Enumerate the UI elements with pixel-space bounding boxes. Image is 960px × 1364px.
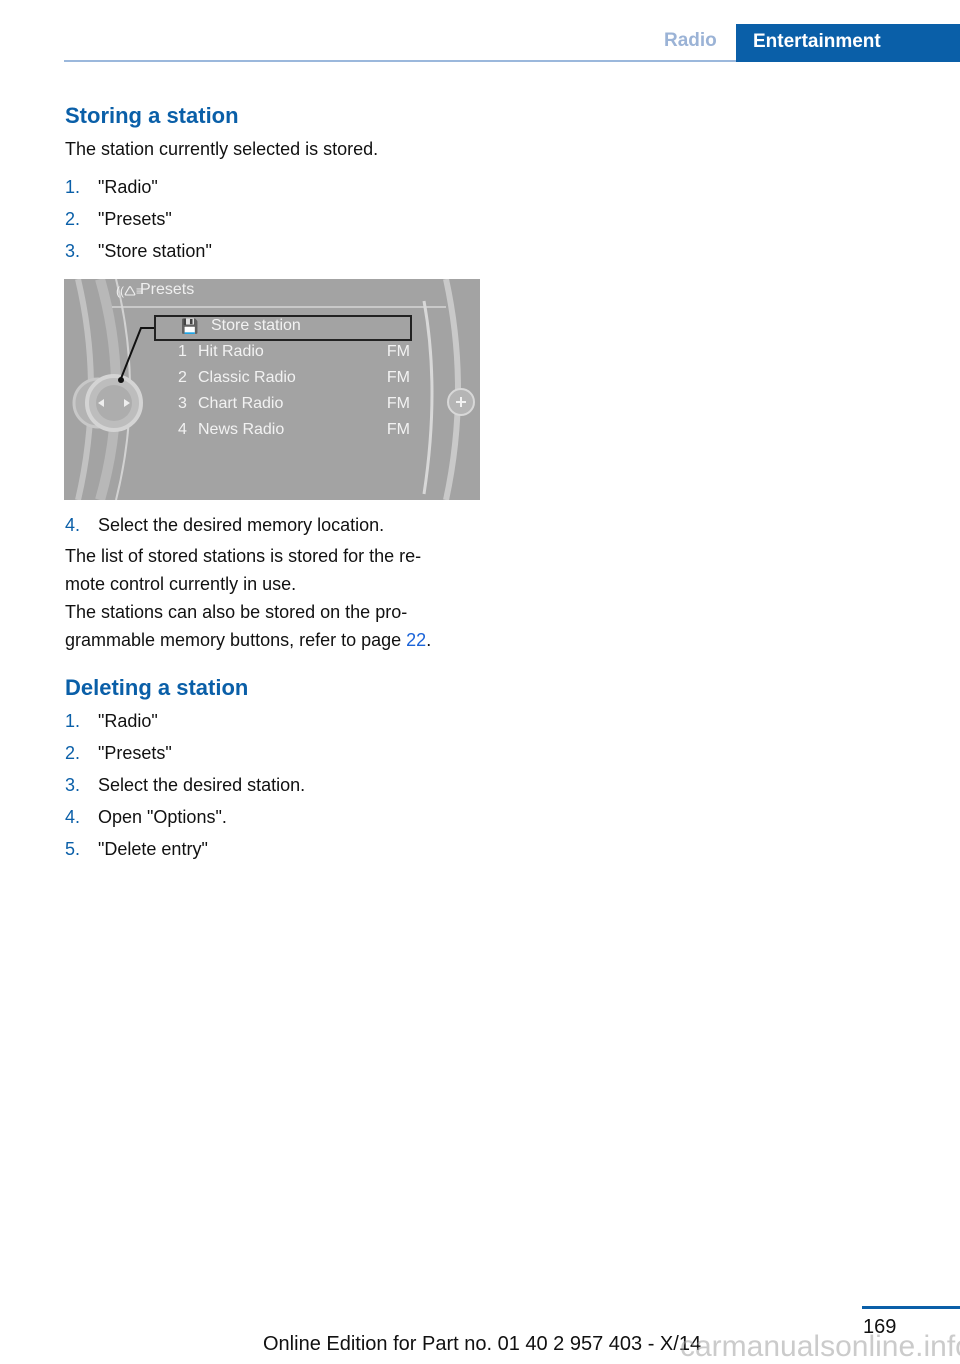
preset-band: FM <box>386 395 410 412</box>
deleting-step-2: 2. "Presets" <box>65 739 172 767</box>
edition-footer: Online Edition for Part no. 01 40 2 957 … <box>263 1333 702 1355</box>
heading-storing-station: Storing a station <box>65 103 239 128</box>
step-text: Select the desired memory location. <box>98 515 385 535</box>
step-number: 3. <box>65 775 81 795</box>
preset-row[interactable]: 1 Hit Radio FM <box>178 343 410 361</box>
preset-band: FM <box>386 369 410 386</box>
step-text: "Radio" <box>98 711 158 731</box>
header-rule <box>64 60 736 62</box>
preset-band: FM <box>386 343 410 360</box>
store-icon: 💾 <box>181 318 199 334</box>
preset-band: FM <box>386 421 410 438</box>
step-text: "Radio" <box>98 177 158 197</box>
preset-name: News Radio <box>198 421 285 438</box>
step-text: Select the desired station. <box>98 775 306 795</box>
preset-number: 2 <box>178 369 187 386</box>
preset-row[interactable]: 3 Chart Radio FM <box>178 395 410 413</box>
step-number: 1. <box>65 711 81 731</box>
storing-step-1: 1. "Radio" <box>65 173 158 201</box>
page-link[interactable]: 22 <box>406 630 426 650</box>
deleting-step-3: 3. Select the desired station. <box>65 771 305 799</box>
note-line: mote control currently in use. <box>65 574 297 594</box>
store-station-menu-item[interactable]: Store station <box>211 317 301 335</box>
preset-name: Hit Radio <box>198 343 264 360</box>
step-number: 5. <box>65 839 81 859</box>
preset-name: Classic Radio <box>198 369 296 386</box>
step-number: 1. <box>65 177 81 197</box>
storing-note-memory-buttons: The stations can also be stored on the p… <box>65 598 485 654</box>
preset-number: 1 <box>178 343 187 360</box>
screen-title: Presets <box>140 281 195 298</box>
deleting-step-5: 5. "Delete entry" <box>65 835 208 863</box>
note-end: . <box>426 630 432 650</box>
storing-step-4: 4. Select the desired memory location. <box>65 511 384 539</box>
step-text: "Presets" <box>98 743 172 763</box>
storing-intro: The station currently selected is stored… <box>65 139 379 159</box>
idrive-screen-illustration: ((🛆≡ Presets 💾 Store station 1 Hit Radio F… <box>64 279 480 500</box>
deleting-step-4: 4. Open "Options". <box>65 803 227 831</box>
step-number: 3. <box>65 241 81 261</box>
preset-row[interactable]: 4 News Radio FM <box>178 421 410 439</box>
section-tab-radio[interactable]: Radio <box>664 30 717 52</box>
step-text: "Delete entry" <box>98 839 208 859</box>
preset-name: Chart Radio <box>198 395 284 412</box>
footer-rule <box>862 1306 960 1309</box>
screen-decoration <box>64 279 480 500</box>
step-text: "Presets" <box>98 209 172 229</box>
storing-step-3: 3. "Store station" <box>65 237 212 265</box>
storing-note-remote: The list of stored stations is stored fo… <box>65 542 485 598</box>
step-text: "Store station" <box>98 241 212 261</box>
storing-step-2: 2. "Presets" <box>65 205 172 233</box>
step-number: 2. <box>65 743 81 763</box>
note-line: grammable memory buttons, refer to page <box>65 630 407 650</box>
note-line: The stations can also be stored on the p… <box>65 602 408 622</box>
preset-row[interactable]: 2 Classic Radio FM <box>178 369 410 387</box>
heading-deleting-station: Deleting a station <box>65 675 249 700</box>
preset-number: 4 <box>178 421 187 438</box>
step-number: 4. <box>65 807 81 827</box>
step-number: 4. <box>65 515 81 535</box>
deleting-step-1: 1. "Radio" <box>65 707 158 735</box>
radio-presets-icon: ((🛆≡ <box>116 284 143 298</box>
note-line: The list of stored stations is stored fo… <box>65 546 422 566</box>
step-number: 2. <box>65 209 81 229</box>
step-text: Open "Options". <box>98 807 227 827</box>
watermark: carmanualsonline.info <box>680 1330 960 1363</box>
chapter-tab-entertainment[interactable]: Entertainment <box>736 24 960 62</box>
preset-number: 3 <box>178 395 187 412</box>
